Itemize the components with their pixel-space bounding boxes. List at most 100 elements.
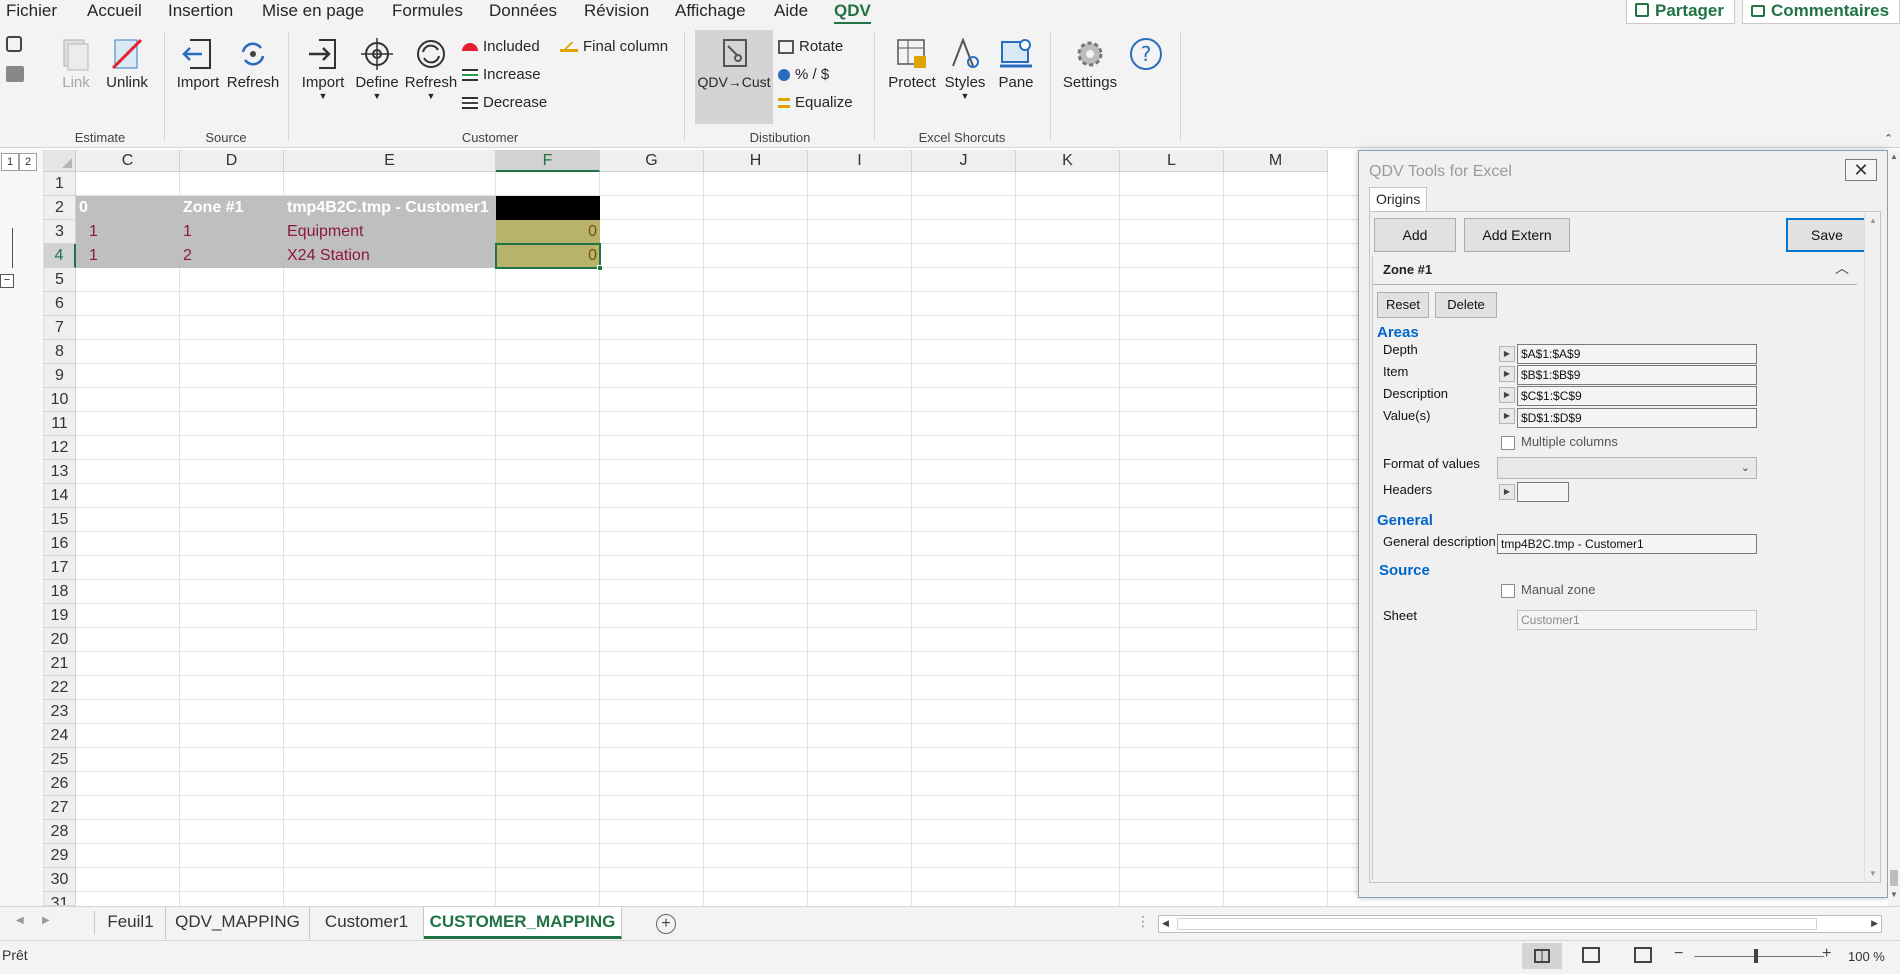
normal-view-button[interactable]	[1522, 943, 1562, 969]
row-header[interactable]: 27	[44, 796, 76, 820]
cell-e4[interactable]: X24 Station	[284, 244, 496, 268]
arrow-right-icon[interactable]: ▶	[1499, 484, 1515, 500]
cell-d3[interactable]: 1	[180, 220, 284, 244]
cell-f3[interactable]: 0	[496, 220, 600, 244]
menu-donnees[interactable]: Données	[489, 0, 557, 24]
picture-icon[interactable]	[6, 66, 24, 82]
row-header[interactable]: 3	[44, 220, 76, 244]
comments-button[interactable]: Commentaires	[1742, 0, 1900, 24]
row-header[interactable]: 8	[44, 340, 76, 364]
row-header[interactable]: 4	[44, 244, 76, 268]
menu-formules[interactable]: Formules	[392, 0, 463, 24]
tab-splitter-icon[interactable]: ⋮	[1136, 913, 1150, 930]
pane-close-button[interactable]: ✕	[1845, 159, 1877, 181]
menu-revision[interactable]: Révision	[584, 0, 649, 24]
included-button[interactable]: Included	[462, 35, 540, 59]
customer-define-button[interactable]: Define ▼	[352, 36, 402, 101]
row-header[interactable]: 30	[44, 868, 76, 892]
tab-origins[interactable]: Origins	[1369, 187, 1428, 211]
menu-qdv[interactable]: QDV	[834, 0, 871, 25]
column-header-i[interactable]: I	[808, 150, 912, 172]
cell-grid[interactable]: 0 Zone #1 tmp4B2C.tmp - Customer1 1 1 Eq…	[76, 172, 1360, 906]
column-header-c[interactable]: C	[76, 150, 180, 172]
column-header-e[interactable]: E	[284, 150, 496, 172]
item-field[interactable]: $B$1:$B$9	[1517, 365, 1757, 385]
menu-aide[interactable]: Aide	[774, 0, 808, 24]
row-header[interactable]: 17	[44, 556, 76, 580]
column-header-m[interactable]: M	[1224, 150, 1328, 172]
values-field[interactable]: $D$1:$D$9	[1517, 408, 1757, 428]
page-layout-button[interactable]	[1582, 947, 1600, 963]
headers-field[interactable]	[1517, 482, 1569, 502]
column-header-l[interactable]: L	[1120, 150, 1224, 172]
row-header[interactable]: 23	[44, 700, 76, 724]
row-header[interactable]: 12	[44, 436, 76, 460]
outline-level-2[interactable]: 2	[19, 153, 37, 171]
manual-zone-checkbox[interactable]	[1501, 584, 1515, 598]
column-header-k[interactable]: K	[1016, 150, 1120, 172]
decrease-button[interactable]: Decrease	[462, 91, 547, 115]
percent-button[interactable]: % / $	[778, 63, 829, 87]
settings-button[interactable]: Settings	[1060, 36, 1120, 91]
source-import-button[interactable]: Import	[174, 36, 222, 91]
zoom-level[interactable]: 100 %	[1848, 949, 1885, 964]
horizontal-scrollbar[interactable]: ◀ ▶	[1158, 915, 1882, 933]
row-header[interactable]: 19	[44, 604, 76, 628]
scroll-left-icon[interactable]: ◀	[1162, 918, 1169, 929]
row-header[interactable]: 10	[44, 388, 76, 412]
page-break-button[interactable]	[1634, 947, 1652, 963]
cell-c3[interactable]: 1	[86, 220, 180, 244]
sheet-tab-customer-mapping[interactable]: CUSTOMER_MAPPING	[424, 907, 622, 939]
column-header-f[interactable]: F	[496, 150, 600, 172]
cube-icon[interactable]	[6, 36, 22, 52]
customer-import-button[interactable]: Import ▼	[298, 36, 348, 101]
format-select[interactable]: ⌄	[1497, 457, 1757, 479]
row-header[interactable]: 15	[44, 508, 76, 532]
row-header[interactable]: 9	[44, 364, 76, 388]
next-sheet-icon[interactable]: ▶	[42, 915, 50, 926]
row-header[interactable]: 13	[44, 460, 76, 484]
row-header[interactable]: 6	[44, 292, 76, 316]
qdv-cust-button[interactable]: QDV→Cust	[695, 30, 773, 124]
add-button[interactable]: Add	[1374, 218, 1456, 252]
cell-d4[interactable]: 2	[180, 244, 284, 268]
final-column-button[interactable]: Final column	[560, 35, 668, 59]
reset-button[interactable]: Reset	[1377, 292, 1429, 318]
row-header[interactable]: 5	[44, 268, 76, 292]
add-sheet-button[interactable]: +	[656, 914, 676, 934]
arrow-right-icon[interactable]: ▶	[1499, 366, 1515, 382]
zoom-out-icon[interactable]: −	[1674, 945, 1683, 963]
zoom-in-icon[interactable]: +	[1822, 945, 1831, 963]
row-header[interactable]: 21	[44, 652, 76, 676]
collapse-ribbon-icon[interactable]: ⌃	[1884, 132, 1893, 145]
menu-insertion[interactable]: Insertion	[168, 0, 233, 24]
source-refresh-button[interactable]: Refresh	[226, 36, 280, 91]
zoom-slider-thumb[interactable]	[1754, 949, 1758, 963]
select-all-corner[interactable]	[44, 150, 76, 172]
column-header-h[interactable]: H	[704, 150, 808, 172]
sheet-tab-qdv-mapping[interactable]: QDV_MAPPING	[166, 907, 310, 939]
protect-button[interactable]: Protect	[884, 36, 940, 91]
link-button[interactable]: Link	[54, 36, 98, 91]
column-header-j[interactable]: J	[912, 150, 1016, 172]
multiple-columns-checkbox[interactable]	[1501, 436, 1515, 450]
row-header[interactable]: 16	[44, 532, 76, 556]
menu-accueil[interactable]: Accueil	[87, 0, 142, 24]
collapse-zone-icon[interactable]: ︿	[1835, 258, 1849, 278]
menu-mise-en-page[interactable]: Mise en page	[262, 0, 364, 24]
cell-c4[interactable]: 1	[86, 244, 180, 268]
row-header[interactable]: 24	[44, 724, 76, 748]
sheet-tab-feuil1[interactable]: Feuil1	[96, 907, 166, 939]
row-header[interactable]: 11	[44, 412, 76, 436]
help-button[interactable]: ?	[1126, 36, 1166, 74]
scroll-down-icon[interactable]: ▼	[1869, 869, 1877, 878]
share-button[interactable]: Partager	[1626, 0, 1735, 24]
general-description-field[interactable]: tmp4B2C.tmp - Customer1	[1497, 534, 1757, 554]
arrow-right-icon[interactable]: ▶	[1499, 346, 1515, 362]
pane-button[interactable]: Pane	[992, 36, 1040, 91]
collapse-icon[interactable]: −	[0, 274, 14, 288]
sheet-tab-customer1[interactable]: Customer1	[310, 907, 424, 939]
scroll-right-icon[interactable]: ▶	[1871, 918, 1878, 929]
cell-d2[interactable]: Zone #1	[180, 196, 284, 220]
customer-refresh-button[interactable]: Refresh ▼	[404, 36, 458, 101]
